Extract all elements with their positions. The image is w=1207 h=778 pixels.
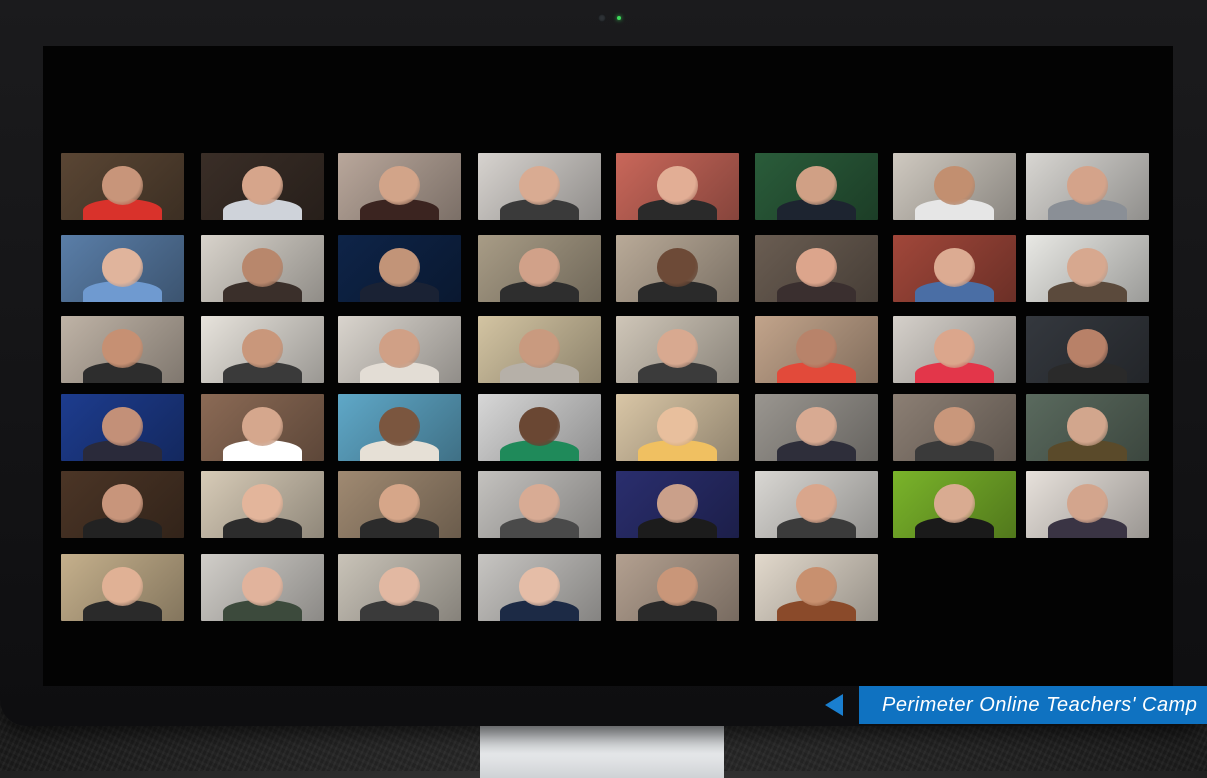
participant-video-tile[interactable] xyxy=(893,153,1016,220)
participant-video-tile[interactable] xyxy=(893,316,1016,383)
participant-video-tile[interactable] xyxy=(478,153,601,220)
participant-video-tile[interactable] xyxy=(616,554,739,621)
participant-video-tile[interactable] xyxy=(61,554,184,621)
participant-video-tile[interactable] xyxy=(61,153,184,220)
participant-video-tile[interactable] xyxy=(893,235,1016,302)
participant-video-tile[interactable] xyxy=(201,471,324,538)
participant-video-tile[interactable] xyxy=(61,316,184,383)
participant-video-tile[interactable] xyxy=(61,394,184,461)
participant-video-tile[interactable] xyxy=(1026,316,1149,383)
participant-video-tile[interactable] xyxy=(616,394,739,461)
participant-video-tile[interactable] xyxy=(338,554,461,621)
video-call-gallery xyxy=(43,46,1173,686)
participant-video-tile[interactable] xyxy=(478,394,601,461)
participant-video-tile[interactable] xyxy=(755,554,878,621)
participant-video-tile[interactable] xyxy=(201,394,324,461)
participant-video-tile[interactable] xyxy=(616,471,739,538)
participant-video-tile[interactable] xyxy=(893,471,1016,538)
caption-banner: Perimeter Online Teachers' Camp xyxy=(859,686,1207,724)
participant-video-tile[interactable] xyxy=(1026,471,1149,538)
participant-video-tile[interactable] xyxy=(755,394,878,461)
participant-video-tile[interactable] xyxy=(338,394,461,461)
participant-video-tile[interactable] xyxy=(201,554,324,621)
participant-video-tile[interactable] xyxy=(478,554,601,621)
participant-video-tile[interactable] xyxy=(616,235,739,302)
participant-video-tile[interactable] xyxy=(893,394,1016,461)
participant-video-tile[interactable] xyxy=(338,153,461,220)
participant-video-tile[interactable] xyxy=(755,316,878,383)
participant-video-tile[interactable] xyxy=(478,471,601,538)
participant-video-tile[interactable] xyxy=(201,235,324,302)
monitor-stand xyxy=(480,718,724,778)
participant-video-tile[interactable] xyxy=(338,316,461,383)
participant-video-tile[interactable] xyxy=(755,153,878,220)
participant-video-tile[interactable] xyxy=(1026,153,1149,220)
participant-video-tile[interactable] xyxy=(755,235,878,302)
participant-video-tile[interactable] xyxy=(616,316,739,383)
participant-video-tile[interactable] xyxy=(338,471,461,538)
participant-video-tile[interactable] xyxy=(61,235,184,302)
participant-video-tile[interactable] xyxy=(478,316,601,383)
participant-video-tile[interactable] xyxy=(201,153,324,220)
participant-video-tile[interactable] xyxy=(1026,394,1149,461)
participant-video-tile[interactable] xyxy=(1026,235,1149,302)
participant-video-tile[interactable] xyxy=(478,235,601,302)
participant-video-tile[interactable] xyxy=(338,235,461,302)
caption-arrow-icon xyxy=(825,694,843,716)
camera-led-icon xyxy=(617,16,621,20)
participant-video-tile[interactable] xyxy=(201,316,324,383)
participant-video-tile[interactable] xyxy=(755,471,878,538)
monitor-frame xyxy=(0,0,1207,726)
webcam-icon xyxy=(598,14,606,22)
participant-video-tile[interactable] xyxy=(61,471,184,538)
participant-video-tile[interactable] xyxy=(616,153,739,220)
